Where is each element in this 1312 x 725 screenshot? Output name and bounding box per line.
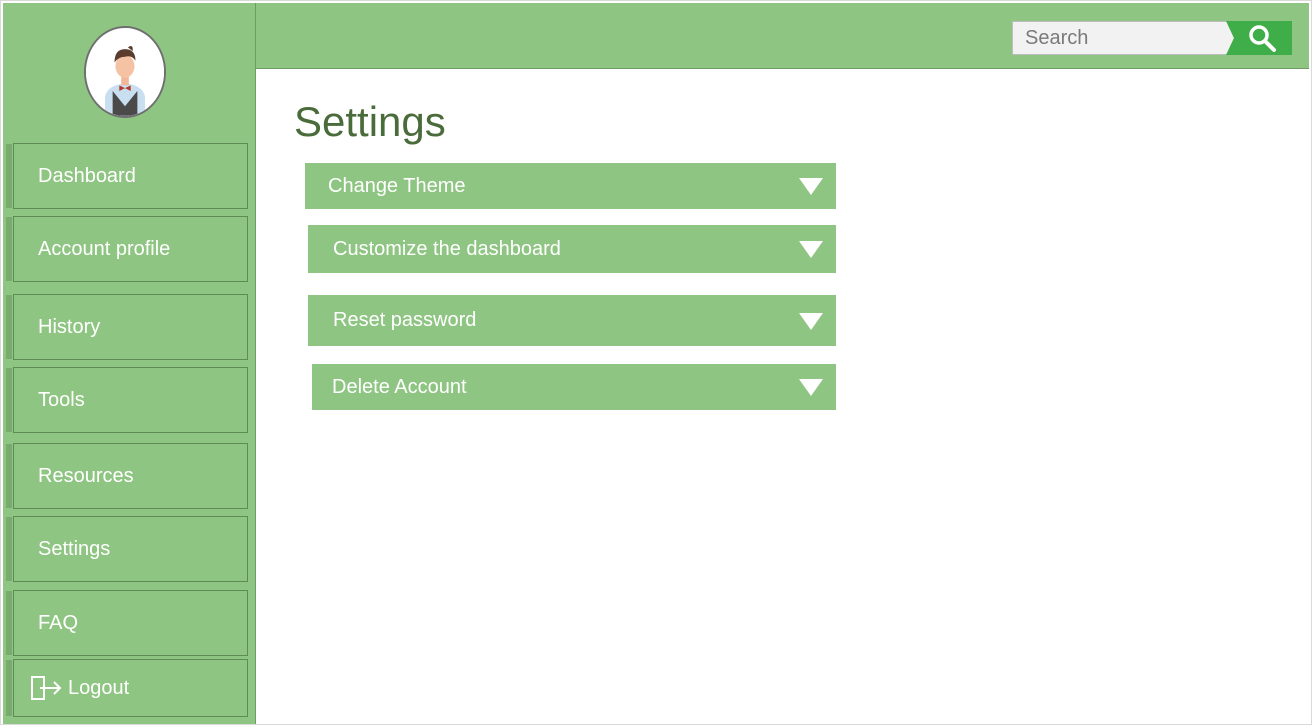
- sidebar-item-label: Account profile: [38, 237, 171, 260]
- sidebar-item-history[interactable]: History: [6, 294, 248, 360]
- sidebar-item-account-profile[interactable]: Account profile: [6, 216, 248, 282]
- section-label: Change Theme: [328, 174, 466, 197]
- section-label: Delete Account: [332, 375, 467, 398]
- sidebar-item-settings[interactable]: Settings: [6, 516, 248, 582]
- app-window: Dashboard Account profile History Tools …: [0, 0, 1312, 725]
- search-icon: [1249, 25, 1276, 52]
- logout-label: Logout: [68, 676, 130, 699]
- avatar[interactable]: [84, 26, 166, 118]
- sidebar-item-dashboard[interactable]: Dashboard: [6, 143, 248, 209]
- chevron-down-icon: [798, 377, 824, 397]
- search-box: [1012, 21, 1292, 55]
- chevron-down-icon: [798, 176, 824, 196]
- delete-account-section[interactable]: Delete Account: [312, 364, 836, 410]
- sidebar-item-tools[interactable]: Tools: [6, 367, 248, 433]
- page-title: Settings: [294, 98, 446, 145]
- sidebar-item-label: Resources: [38, 464, 134, 487]
- sidebar-item-label: Settings: [38, 537, 111, 560]
- change-theme-section[interactable]: Change Theme: [305, 163, 836, 209]
- sidebar-item-resources[interactable]: Resources: [6, 443, 248, 509]
- sidebar: Dashboard Account profile History Tools …: [3, 3, 256, 724]
- sidebar-item-label: FAQ: [38, 611, 79, 634]
- sidebar-item-label: History: [38, 315, 101, 338]
- search-input[interactable]: [1012, 21, 1248, 55]
- sidebar-item-label: Tools: [38, 388, 85, 411]
- chevron-down-icon: [798, 239, 824, 259]
- search-button[interactable]: [1226, 21, 1292, 55]
- logout-icon: [30, 675, 64, 701]
- section-label: Reset password: [333, 309, 477, 331]
- section-label: Customize the dashboard: [333, 237, 561, 260]
- sidebar-item-label: Dashboard: [38, 164, 136, 187]
- top-bar: [256, 3, 1309, 69]
- sidebar-item-faq[interactable]: FAQ: [6, 590, 248, 656]
- chevron-down-icon: [798, 311, 824, 331]
- customize-dashboard-section[interactable]: Customize the dashboard: [308, 225, 836, 273]
- logout-button[interactable]: Logout: [6, 659, 248, 717]
- user-avatar-icon: [86, 28, 164, 116]
- reset-password-section[interactable]: Reset password: [308, 295, 836, 346]
